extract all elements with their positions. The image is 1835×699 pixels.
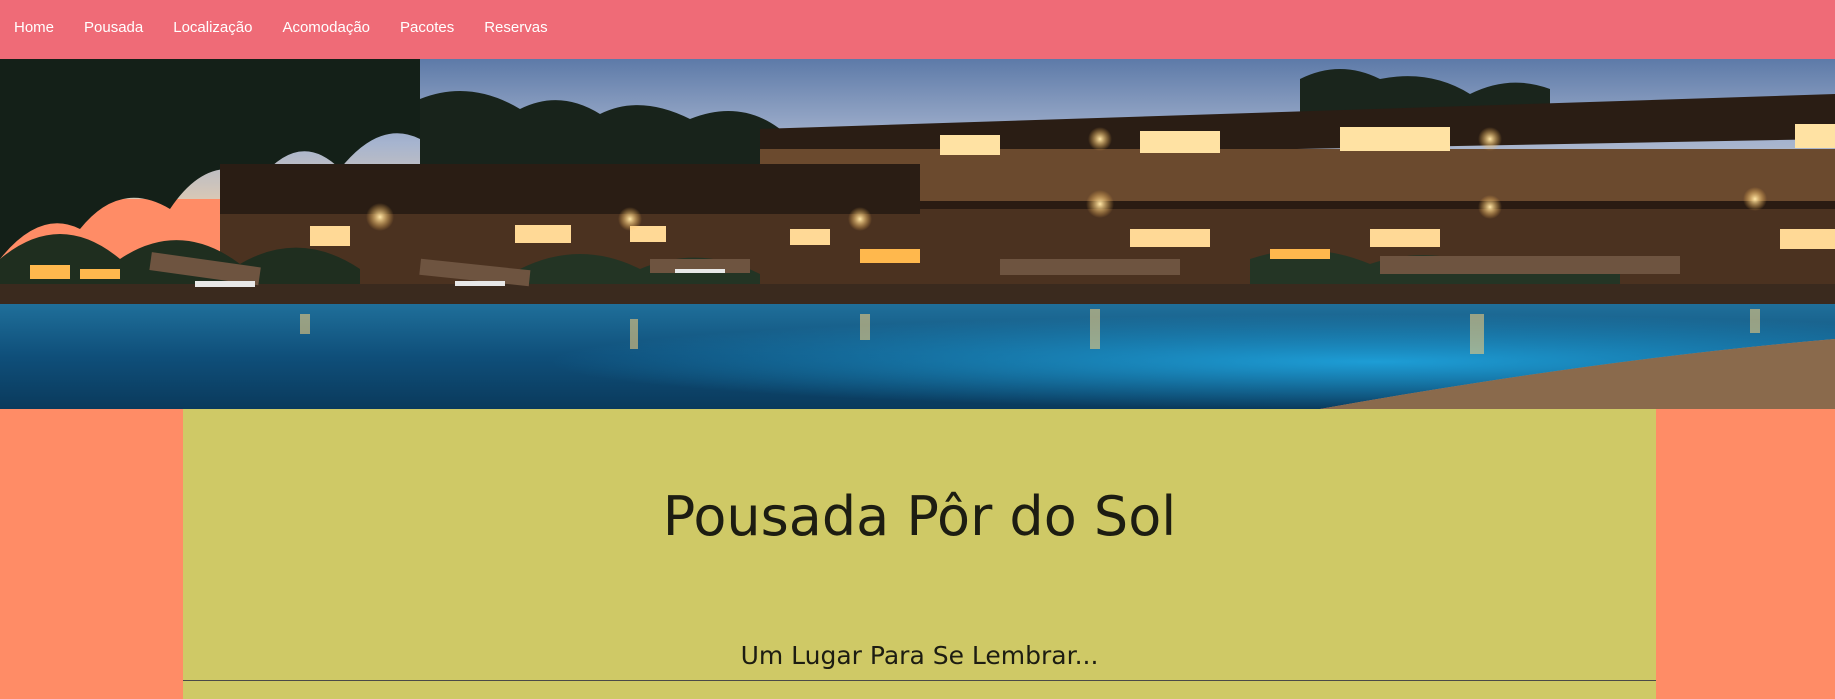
hotel-pool-night-photo [0, 59, 1835, 409]
nav-link-pousada[interactable]: Pousada [84, 19, 143, 36]
main-content-panel: Pousada Pôr do Sol Um Lugar Para Se Lemb… [183, 409, 1656, 699]
divider-line [183, 680, 1656, 681]
nav-link-localizacao[interactable]: Localização [173, 19, 252, 36]
nav-link-acomodacao[interactable]: Acomodação [282, 19, 370, 36]
nav-link-reservas[interactable]: Reservas [484, 19, 547, 36]
page-subtitle: Um Lugar Para Se Lembrar... [740, 641, 1099, 670]
nav-link-home[interactable]: Home [14, 19, 54, 36]
page-title: Pousada Pôr do Sol [662, 485, 1177, 548]
nav-link-pacotes[interactable]: Pacotes [400, 19, 454, 36]
hero-banner-image [0, 59, 1835, 409]
top-navbar: Home Pousada Localização Acomodação Paco… [0, 0, 1835, 59]
